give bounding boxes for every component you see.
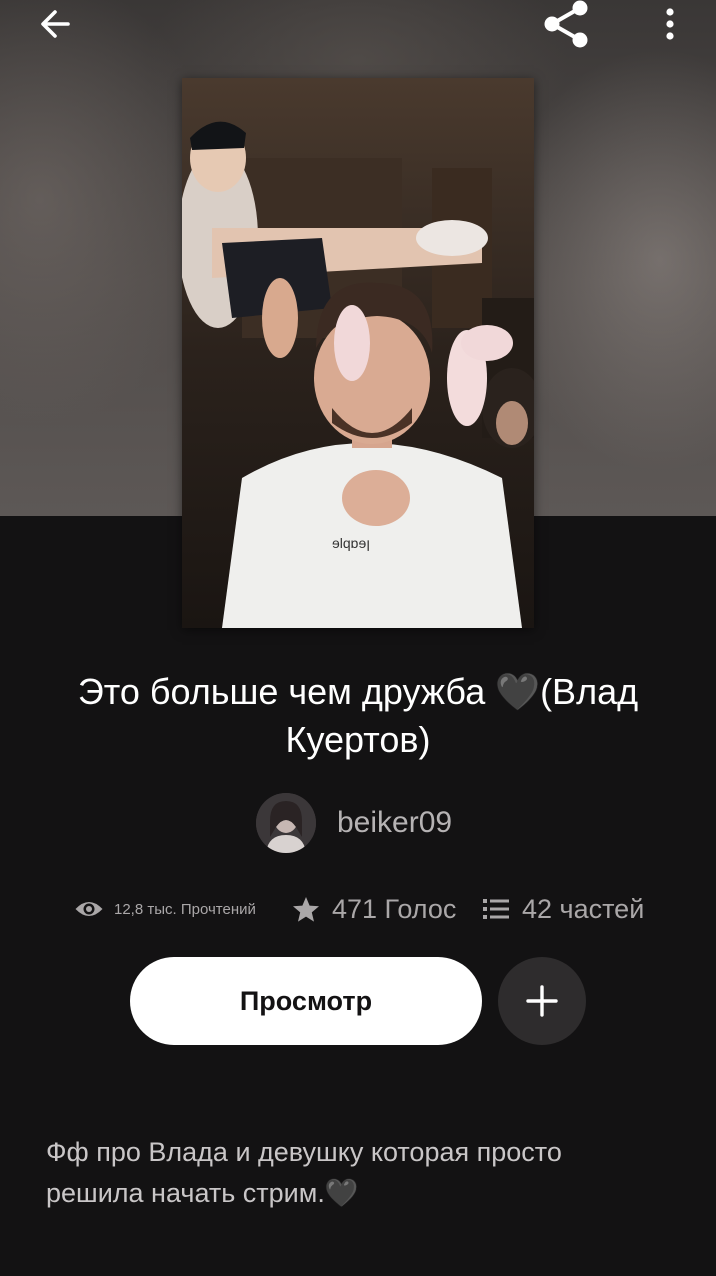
reads-stat: 12,8 тыс. Прочтений bbox=[74, 888, 256, 930]
reads-count: 12,8 тыс. Прочтений bbox=[114, 900, 256, 918]
eye-icon bbox=[75, 902, 103, 916]
story-title: Это больше чем дружба 🖤(Влад Куертов) bbox=[30, 668, 686, 764]
list-icon bbox=[483, 899, 509, 919]
read-button[interactable]: Просмотр bbox=[130, 957, 482, 1045]
parts-stat: 42 частей bbox=[482, 888, 644, 930]
more-vertical-icon bbox=[666, 8, 674, 40]
more-options-button[interactable] bbox=[648, 0, 692, 48]
share-icon bbox=[544, 0, 588, 48]
star-icon bbox=[293, 896, 319, 922]
plus-icon bbox=[526, 985, 558, 1017]
avatar-image bbox=[256, 793, 316, 853]
cover-photo: ɘlqɒɘꞁ bbox=[182, 78, 534, 628]
parts-count: 42 частей bbox=[522, 893, 645, 924]
author-name: beiker09 bbox=[337, 806, 453, 839]
description-text: Фф про Влада и девушку которая просто ре… bbox=[46, 1137, 562, 1208]
black-heart-emoji: 🖤 bbox=[495, 671, 541, 712]
top-bar bbox=[0, 0, 716, 48]
share-button[interactable] bbox=[538, 0, 594, 48]
add-to-library-button[interactable] bbox=[498, 957, 586, 1045]
story-description: Фф про Влада и девушку которая просто ре… bbox=[46, 1132, 666, 1214]
avatar bbox=[256, 793, 316, 853]
story-cover-image[interactable]: ɘlqɒɘꞁ bbox=[182, 78, 534, 628]
black-heart-emoji: 🖤 bbox=[324, 1178, 359, 1208]
svg-text:ɘlqɒɘꞁ: ɘlqɒɘꞁ bbox=[332, 535, 370, 551]
arrow-left-icon bbox=[41, 10, 70, 38]
votes-stat: 471 Голос bbox=[292, 888, 456, 930]
author-link[interactable]: beiker09 bbox=[256, 793, 452, 853]
back-button[interactable] bbox=[28, 0, 82, 48]
story-stats: 12,8 тыс. Прочтений 471 Голос 42 частей bbox=[0, 888, 716, 930]
story-title-main: Это больше чем дружба bbox=[77, 671, 496, 712]
votes-count: 471 Голос bbox=[332, 893, 457, 924]
